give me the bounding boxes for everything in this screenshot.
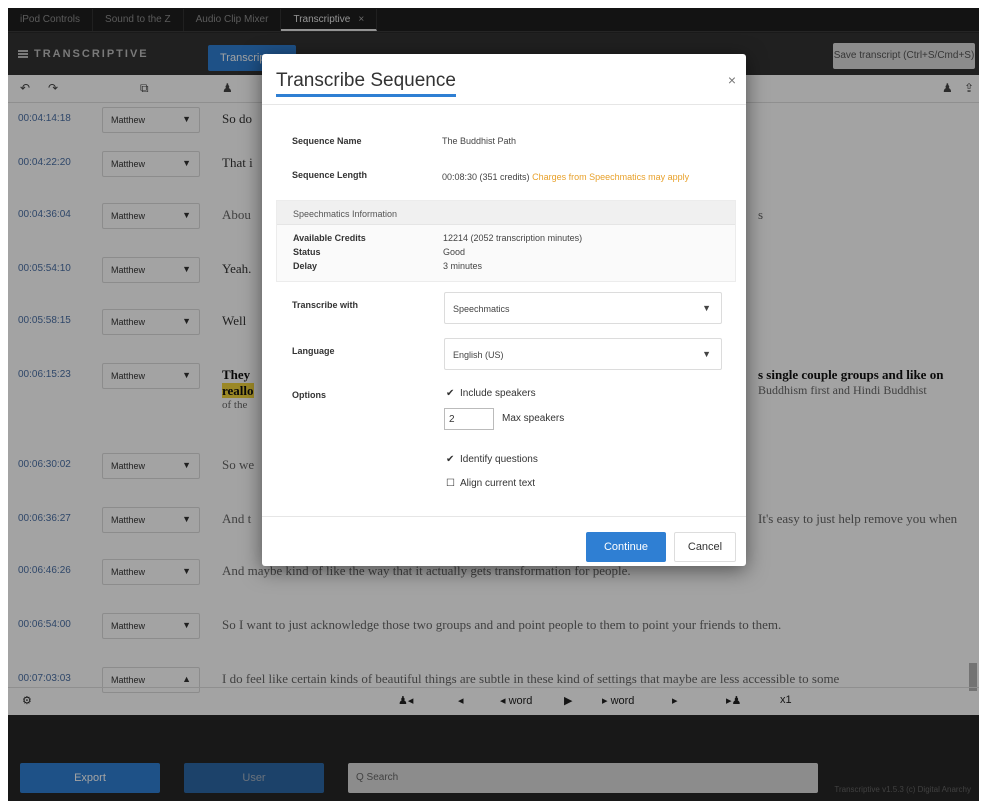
checkmark-icon: ✔ <box>446 388 455 399</box>
speechmatics-info-header: Speechmatics Information <box>277 201 735 225</box>
include-speakers-checkbox[interactable]: ✔ Include speakers <box>446 388 536 399</box>
app-window: iPod Controls Sound to the Z Audio Clip … <box>8 8 979 801</box>
sequence-length-label: Sequence Length <box>292 170 368 180</box>
language-label: Language <box>292 346 335 356</box>
transcribe-with-select[interactable]: Speechmatics ▼ <box>444 292 722 324</box>
align-current-text-checkbox[interactable]: ☐ Align current text <box>446 478 535 489</box>
options-label: Options <box>292 390 326 400</box>
chevron-down-icon: ▼ <box>702 303 711 313</box>
divider <box>262 516 746 517</box>
checkbox-unchecked-icon: ☐ <box>446 478 455 489</box>
sequence-name-value: The Buddhist Path <box>442 136 517 146</box>
identify-questions-checkbox[interactable]: ✔ Identify questions <box>446 454 538 465</box>
chevron-down-icon: ▼ <box>702 349 711 359</box>
identify-questions-label: Identify questions <box>460 454 538 465</box>
status-value: Good <box>443 247 466 257</box>
max-speakers-label: Max speakers <box>502 413 565 424</box>
sequence-name-label: Sequence Name <box>292 136 362 146</box>
transcribe-with-value: Speechmatics <box>453 304 510 314</box>
align-current-text-label: Align current text <box>460 478 536 489</box>
dialog-title: Transcribe Sequence <box>276 70 456 97</box>
transcribe-with-label: Transcribe with <box>292 300 359 310</box>
cancel-button[interactable]: Cancel <box>674 532 736 562</box>
transcribe-sequence-dialog: Transcribe Sequence × Sequence Name The … <box>262 54 746 566</box>
sequence-length-value: 00:08:30 (351 credits) Charges from Spee… <box>442 170 732 184</box>
language-select[interactable]: English (US) ▼ <box>444 338 722 370</box>
checkmark-icon: ✔ <box>446 454 455 465</box>
include-speakers-label: Include speakers <box>460 388 536 399</box>
language-value: English (US) <box>453 350 504 360</box>
available-credits-value: 12214 (2052 transcription minutes) <box>443 233 583 243</box>
continue-button[interactable]: Continue <box>586 532 666 562</box>
speechmatics-info-panel: Speechmatics Information Available Credi… <box>276 200 736 282</box>
delay-label: Delay <box>293 261 318 271</box>
charges-warning: Charges from Speechmatics may apply <box>532 172 690 182</box>
close-icon[interactable]: × <box>728 72 736 88</box>
sequence-length-text: 00:08:30 (351 credits) <box>442 172 530 182</box>
delay-value: 3 minutes <box>443 261 483 271</box>
divider <box>262 104 746 105</box>
available-credits-label: Available Credits <box>293 233 366 243</box>
status-label: Status <box>293 247 321 257</box>
max-speakers-input[interactable]: 2 <box>444 408 494 430</box>
